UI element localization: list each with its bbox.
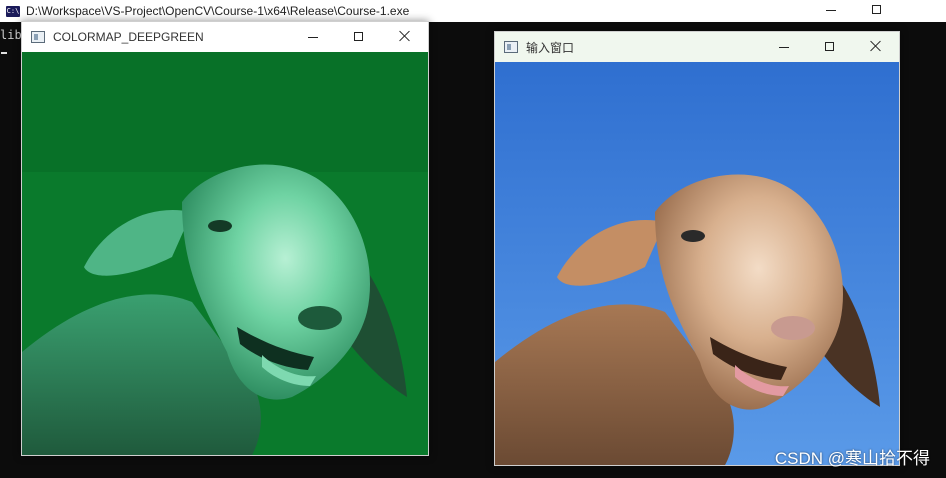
deepgreen-image — [22, 52, 428, 455]
window-app-icon — [31, 31, 45, 43]
input-window-controls — [761, 32, 899, 62]
console-app-icon: C:\ — [6, 5, 20, 17]
input-window-title: 输入窗口 — [526, 40, 575, 55]
console-title: D:\Workspace\VS-Project\OpenCV\Course-1\… — [26, 4, 410, 18]
sheep-original-picture — [495, 62, 899, 465]
deepgreen-maximize-button[interactable] — [336, 22, 382, 52]
csdn-watermark: CSDN @寒山拾不得 — [774, 449, 930, 468]
deepgreen-minimize-button[interactable] — [290, 22, 336, 52]
console-cursor — [1, 52, 7, 54]
minimize-icon — [308, 37, 318, 38]
console-window-controls — [808, 0, 946, 22]
deepgreen-window[interactable]: COLORMAP_DEEPGREEN — [21, 21, 429, 456]
minimize-icon — [826, 10, 836, 11]
input-titlebar[interactable]: 输入窗口 — [495, 32, 899, 62]
console-close-button[interactable] — [900, 0, 946, 22]
deepgreen-window-controls — [290, 22, 428, 52]
maximize-icon — [354, 32, 363, 41]
minimize-icon — [779, 47, 789, 48]
input-image — [495, 62, 899, 465]
close-icon — [870, 40, 882, 52]
close-icon — [399, 30, 411, 42]
console-titlebar[interactable]: C:\ D:\Workspace\VS-Project\OpenCV\Cours… — [0, 0, 946, 22]
maximize-icon — [825, 42, 834, 51]
deepgreen-window-title: COLORMAP_DEEPGREEN — [53, 30, 204, 44]
input-maximize-button[interactable] — [807, 32, 853, 62]
deepgreen-close-button[interactable] — [382, 22, 428, 52]
console-minimize-button[interactable] — [808, 0, 854, 22]
input-window[interactable]: 输入窗口 — [494, 31, 900, 466]
input-minimize-button[interactable] — [761, 32, 807, 62]
sheep-green-picture — [22, 52, 428, 455]
input-close-button[interactable] — [853, 32, 899, 62]
window-app-icon — [504, 41, 518, 53]
maximize-icon — [872, 5, 881, 14]
deepgreen-titlebar[interactable]: COLORMAP_DEEPGREEN — [22, 22, 428, 52]
console-maximize-button[interactable] — [854, 0, 900, 22]
console-output-text: lib — [0, 28, 22, 42]
